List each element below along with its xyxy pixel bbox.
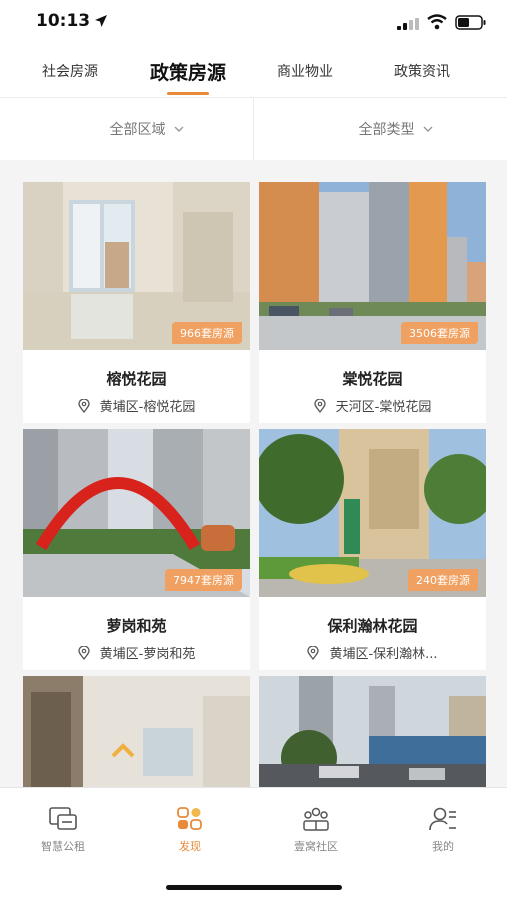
location-pin-icon xyxy=(307,645,320,660)
top-tab-bar: 社会房源 政策房源 商业物业 政策资讯 xyxy=(0,44,507,98)
tab-policy-housing[interactable]: 政策房源 xyxy=(128,44,248,98)
location-pin-icon xyxy=(77,645,90,660)
tab-policy-news[interactable]: 政策资讯 xyxy=(372,44,472,98)
nav-label: 智慧公租 xyxy=(41,840,85,853)
nav-item-profile[interactable]: 我的 xyxy=(380,788,506,866)
filter-divider xyxy=(253,98,254,160)
listing-card[interactable]: 966套房源 榕悦花园 黄埔区-榕悦花园 xyxy=(23,182,250,423)
listing-name: 保利瀚林花园 xyxy=(327,617,418,635)
listing-name: 萝岗和苑 xyxy=(106,617,167,635)
location-arrow-icon xyxy=(95,15,107,27)
listing-grid: 966套房源 榕悦花园 黄埔区-榕悦花园 3506套房源 棠悦花园 天河区-棠悦… xyxy=(0,160,507,787)
listing-location: 天河区-棠悦花园 xyxy=(259,396,486,415)
nav-item-smart-rental[interactable]: 智慧公租 xyxy=(0,788,126,866)
nav-label: 壹窝社区 xyxy=(294,840,338,853)
tab-commercial-property[interactable]: 商业物业 xyxy=(255,44,355,98)
listing-photo: 240套房源 xyxy=(259,429,486,597)
bottom-nav: 智慧公租 发现 壹窝社区 我的 xyxy=(0,787,507,865)
listing-card[interactable]: 240套房源 保利瀚林花园 黄埔区-保利瀚林... xyxy=(259,429,486,670)
chevron-down-icon xyxy=(423,126,432,132)
status-bar: 10:13 xyxy=(0,0,507,44)
area-filter-dropdown[interactable]: 全部区域 xyxy=(20,98,273,160)
nav-label: 发现 xyxy=(179,840,201,853)
listing-location-text: 黄埔区-萝岗和苑 xyxy=(99,647,196,662)
listing-location-text: 天河区-棠悦花园 xyxy=(335,400,432,415)
profile-icon xyxy=(429,807,456,831)
listing-card[interactable] xyxy=(259,676,486,787)
listing-name: 棠悦花园 xyxy=(342,370,403,388)
community-icon xyxy=(303,807,329,831)
area-filter-label: 全部区域 xyxy=(109,122,166,138)
active-tab-indicator xyxy=(167,92,209,95)
listing-photo xyxy=(259,676,486,787)
listing-card[interactable] xyxy=(23,676,250,787)
listing-count-badge: 7947套房源 xyxy=(165,569,242,591)
signal-icon xyxy=(397,18,419,30)
listing-count-badge: 3506套房源 xyxy=(401,322,478,344)
tab-social-housing[interactable]: 社会房源 xyxy=(20,44,120,98)
location-pin-icon xyxy=(77,398,90,413)
chevron-down-icon xyxy=(174,126,183,132)
battery-icon xyxy=(455,15,486,30)
listing-photo: 3506套房源 xyxy=(259,182,486,350)
home-indicator-area xyxy=(0,865,507,900)
listing-location: 黄埔区-榕悦花园 xyxy=(23,396,250,415)
listing-card[interactable]: 7947套房源 萝岗和苑 黄埔区-萝岗和苑 xyxy=(23,429,250,670)
type-filter-label: 全部类型 xyxy=(358,122,415,138)
listing-card[interactable]: 3506套房源 棠悦花园 天河区-棠悦花园 xyxy=(259,182,486,423)
listing-location-text: 黄埔区-榕悦花园 xyxy=(99,400,196,415)
listing-count-badge: 240套房源 xyxy=(408,569,478,591)
nav-item-community[interactable]: 壹窝社区 xyxy=(253,788,379,866)
nav-item-discover[interactable]: 发现 xyxy=(127,788,253,866)
listing-photo: 7947套房源 xyxy=(23,429,250,597)
nav-label: 我的 xyxy=(432,840,454,853)
discover-grid-icon xyxy=(177,807,202,830)
type-filter-dropdown[interactable]: 全部类型 xyxy=(269,98,507,160)
home-indicator[interactable] xyxy=(166,885,342,890)
wifi-icon xyxy=(427,14,447,30)
location-pin-icon xyxy=(313,398,326,413)
card-icon xyxy=(49,807,77,830)
listing-photo xyxy=(23,676,250,787)
listing-location: 黄埔区-保利瀚林... xyxy=(259,643,486,662)
filter-bar: 全部区域 全部类型 xyxy=(0,98,507,160)
status-time: 10:13 xyxy=(36,11,91,31)
listing-count-badge: 966套房源 xyxy=(172,322,242,344)
listing-photo: 966套房源 xyxy=(23,182,250,350)
listing-location: 黄埔区-萝岗和苑 xyxy=(23,643,250,662)
listing-location-text: 黄埔区-保利瀚林... xyxy=(329,647,438,662)
listing-name: 榕悦花园 xyxy=(106,370,167,388)
